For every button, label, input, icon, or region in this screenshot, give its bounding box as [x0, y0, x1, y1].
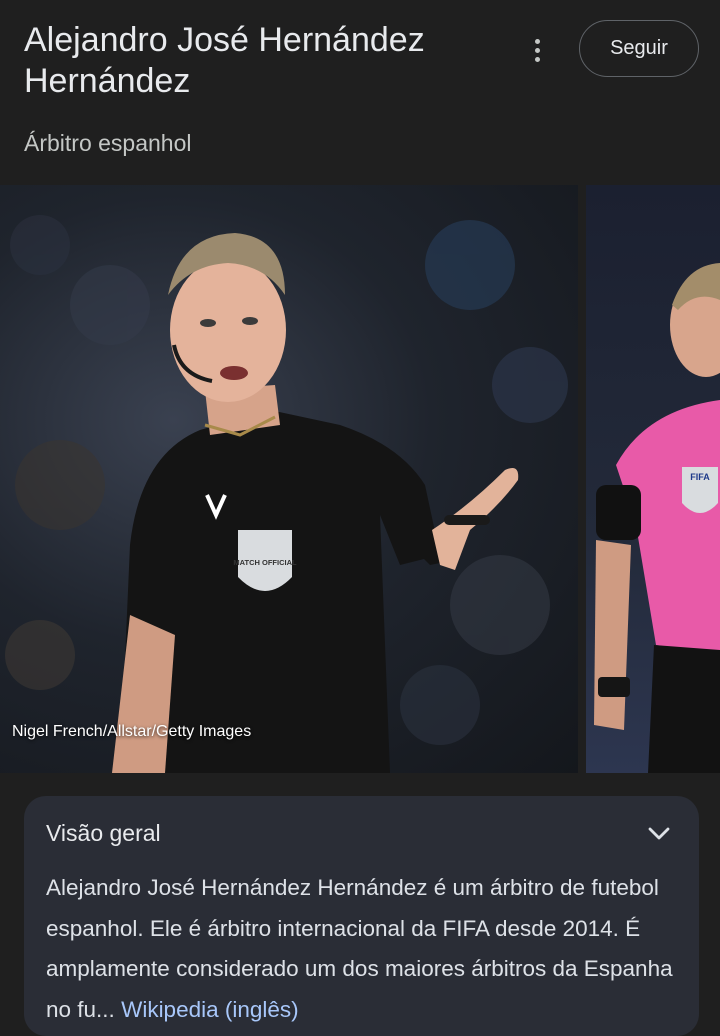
overview-card: Visão geral Alejandro José Hernández Her… — [24, 796, 699, 1036]
image-gallery[interactable]: MATCH OFFICIAL Nigel French/Allstar/Gett… — [0, 185, 720, 773]
more-vert-icon-dot — [534, 56, 540, 62]
overview-title: Visão geral — [46, 820, 161, 846]
badge-main-text: MATCH OFFICIAL — [233, 558, 297, 567]
more-vert-icon — [534, 38, 540, 44]
more-options-button[interactable] — [520, 30, 554, 70]
entity-subtitle: Árbitro espanhol — [24, 130, 192, 156]
overview-description: Alejandro José Hernández Hernández é um … — [46, 868, 686, 1030]
follow-button[interactable]: Seguir — [579, 20, 699, 77]
referee-photo-secondary[interactable]: FIFA — [586, 185, 720, 773]
referee-illustration-secondary: FIFA — [594, 263, 720, 773]
referee-illustration: MATCH OFFICIAL — [5, 215, 568, 773]
wikipedia-link[interactable]: Wikipedia (inglês) — [121, 997, 299, 1022]
overview-ellipsis: ... — [96, 996, 115, 1022]
knowledge-panel-header: Alejandro José Hernández Hernández Árbit… — [0, 0, 720, 185]
badge-side-text: FIFA — [690, 472, 710, 482]
photo-credit: Nigel French/Allstar/Getty Images — [12, 723, 252, 740]
referee-photo-main[interactable]: MATCH OFFICIAL Nigel French/Allstar/Gett… — [0, 185, 578, 773]
more-vert-icon-dot — [534, 47, 540, 53]
chevron-down-icon — [648, 827, 670, 840]
entity-title: Alejandro José Hernández Hernández — [24, 21, 425, 100]
expand-overview-button[interactable] — [644, 818, 674, 848]
